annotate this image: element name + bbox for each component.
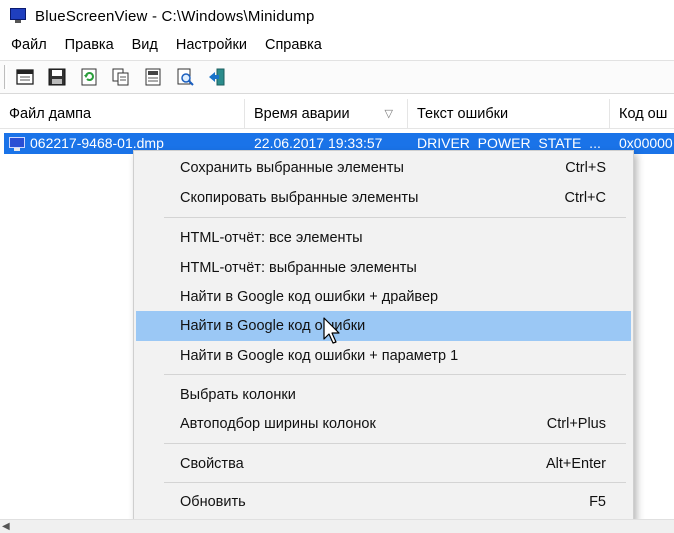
toolbar bbox=[0, 60, 674, 94]
column-header-crash-time-label: Время аварии bbox=[254, 106, 350, 122]
monitor-icon bbox=[9, 7, 27, 25]
menu-item-label: HTML-отчёт: выбранные элементы bbox=[180, 260, 417, 276]
menu-item-auto-size-columns[interactable]: Автоподбор ширины колонок Ctrl+Plus bbox=[136, 409, 631, 439]
menu-view[interactable]: Вид bbox=[123, 32, 167, 58]
menu-item-google-code-param[interactable]: Найти в Google код ошибки + параметр 1 bbox=[136, 341, 631, 371]
menu-item-label: Свойства bbox=[180, 456, 244, 472]
menu-help[interactable]: Справка bbox=[256, 32, 331, 58]
menu-item-shortcut: Ctrl+S bbox=[565, 160, 606, 176]
menu-item-label: Автоподбор ширины колонок bbox=[180, 416, 376, 432]
menu-item-label: Найти в Google код ошибки + драйвер bbox=[180, 289, 439, 305]
exit-icon[interactable] bbox=[205, 65, 229, 89]
menu-separator bbox=[164, 374, 626, 375]
menu-item-html-report-selected[interactable]: HTML-отчёт: выбранные элементы bbox=[136, 253, 631, 283]
menu-item-shortcut: F5 bbox=[589, 494, 606, 510]
menu-item-html-report-all[interactable]: HTML-отчёт: все элементы bbox=[136, 223, 631, 253]
refresh-icon[interactable] bbox=[77, 65, 101, 89]
menu-item-choose-columns[interactable]: Выбрать колонки bbox=[136, 380, 631, 410]
menu-item-label: Обновить bbox=[180, 494, 246, 510]
report-icon[interactable] bbox=[141, 65, 165, 89]
menu-item-shortcut: Ctrl+Plus bbox=[546, 416, 606, 432]
column-header-error-code[interactable]: Код ош bbox=[610, 99, 674, 129]
menu-item-save-selected[interactable]: Сохранить выбранные элементы Ctrl+S bbox=[136, 153, 631, 183]
copy-icon[interactable] bbox=[109, 65, 133, 89]
monitor-icon bbox=[9, 136, 25, 151]
find-icon[interactable] bbox=[173, 65, 197, 89]
menu-item-google-code-driver[interactable]: Найти в Google код ошибки + драйвер bbox=[136, 282, 631, 312]
menu-separator bbox=[164, 482, 626, 483]
column-header-dump-file[interactable]: Файл дампа bbox=[0, 99, 245, 129]
menu-item-google-code[interactable]: Найти в Google код ошибки bbox=[136, 311, 631, 341]
menu-item-copy-selected[interactable]: Скопировать выбранные элементы Ctrl+C bbox=[136, 183, 631, 213]
menu-separator bbox=[164, 443, 626, 444]
menu-bar: Файл Правка Вид Настройки Справка bbox=[0, 32, 674, 58]
save-icon[interactable] bbox=[45, 65, 69, 89]
list-header: Файл дампа Время аварии ▽ Текст ошибки К… bbox=[0, 99, 674, 129]
menu-item-label: Сохранить выбранные элементы bbox=[180, 160, 404, 176]
properties-window-icon[interactable] bbox=[13, 65, 37, 89]
sort-descending-icon: ▽ bbox=[384, 108, 393, 120]
column-header-crash-time[interactable]: Время аварии ▽ bbox=[245, 99, 408, 129]
menu-item-label: Найти в Google код ошибки + параметр 1 bbox=[180, 348, 459, 364]
menu-item-label: Выбрать колонки bbox=[180, 387, 296, 403]
mouse-cursor-icon bbox=[323, 317, 340, 344]
menu-item-shortcut: Alt+Enter bbox=[545, 456, 606, 472]
menu-item-label: HTML-отчёт: все элементы bbox=[180, 230, 363, 246]
toolbar-grip[interactable] bbox=[4, 65, 7, 89]
column-header-error-text[interactable]: Текст ошибки bbox=[408, 99, 610, 129]
menu-edit[interactable]: Правка bbox=[56, 32, 123, 58]
menu-item-label: Скопировать выбранные элементы bbox=[180, 190, 419, 206]
title-bar: BlueScreenView - C:\Windows\Minidump bbox=[0, 0, 674, 32]
menu-item-refresh[interactable]: Обновить F5 bbox=[136, 487, 631, 517]
menu-item-properties[interactable]: Свойства Alt+Enter bbox=[136, 449, 631, 479]
menu-separator bbox=[164, 217, 626, 218]
context-menu: Сохранить выбранные элементы Ctrl+S Скоп… bbox=[133, 150, 634, 521]
menu-settings[interactable]: Настройки bbox=[167, 32, 256, 58]
window-title: BlueScreenView - C:\Windows\Minidump bbox=[35, 7, 315, 25]
menu-item-shortcut: Ctrl+C bbox=[564, 190, 607, 206]
horizontal-scrollbar[interactable]: ◀ bbox=[0, 519, 674, 533]
menu-file[interactable]: Файл bbox=[0, 32, 56, 58]
scroll-left-icon[interactable]: ◀ bbox=[2, 520, 10, 533]
